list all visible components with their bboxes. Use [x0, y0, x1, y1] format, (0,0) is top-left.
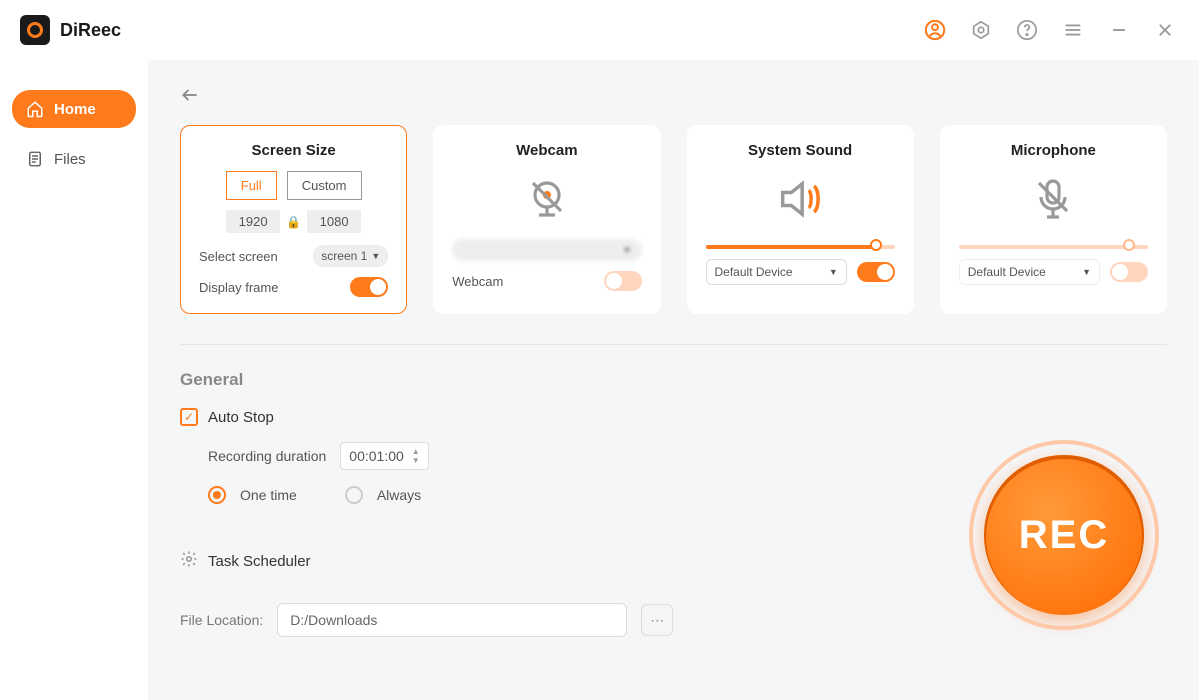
recording-duration-input[interactable]: 00:01:00 ▲▼ — [340, 442, 428, 470]
divider — [180, 344, 1167, 345]
titlebar: DiReec — [0, 0, 1199, 60]
repeat-one-time-label: One time — [240, 487, 297, 503]
webcam-card: Webcam ▼ Webcam — [433, 125, 660, 314]
help-icon[interactable] — [1013, 16, 1041, 44]
sidebar-item-label: Home — [54, 101, 96, 118]
file-location-label: File Location: — [180, 612, 263, 628]
webcam-toggle[interactable] — [604, 271, 642, 291]
chevron-down-icon: ▼ — [829, 267, 838, 277]
app-name: DiReec — [60, 20, 121, 41]
repeat-one-time-radio[interactable] — [208, 486, 226, 504]
chevron-down-icon: ▼ — [1082, 267, 1091, 277]
minimize-icon[interactable] — [1105, 16, 1133, 44]
recording-duration-label: Recording duration — [208, 448, 326, 464]
app-logo — [20, 15, 50, 45]
back-button[interactable] — [180, 85, 200, 110]
chevron-down-icon: ▼ — [623, 245, 632, 255]
gear-icon — [180, 550, 198, 573]
auto-stop-label: Auto Stop — [208, 409, 274, 426]
card-title: Microphone — [959, 142, 1148, 159]
webcam-label: Webcam — [452, 274, 503, 289]
microphone-card: Microphone Default Device ▼ — [940, 125, 1167, 314]
webcam-off-icon — [452, 171, 641, 227]
system-sound-device-select[interactable]: Default Device ▼ — [706, 259, 847, 285]
display-frame-toggle[interactable] — [350, 277, 388, 297]
microphone-device-select[interactable]: Default Device ▼ — [959, 259, 1100, 285]
height-input[interactable] — [307, 210, 361, 233]
display-frame-label: Display frame — [199, 280, 278, 295]
speaker-icon — [706, 171, 895, 227]
menu-icon[interactable] — [1059, 16, 1087, 44]
main: Screen Size Full Custom 🔒 Select screen … — [148, 60, 1199, 700]
duration-stepper[interactable]: ▲▼ — [412, 447, 420, 465]
general-section-title: General — [180, 370, 1167, 390]
sidebar-item-home[interactable]: Home — [12, 90, 136, 128]
repeat-always-radio[interactable] — [345, 486, 363, 504]
card-title: Webcam — [452, 142, 641, 159]
microphone-toggle[interactable] — [1110, 262, 1148, 282]
system-sound-toggle[interactable] — [857, 262, 895, 282]
select-screen-label: Select screen — [199, 249, 278, 264]
close-icon[interactable] — [1151, 16, 1179, 44]
sidebar: Home Files — [0, 60, 148, 700]
mode-full-button[interactable]: Full — [226, 171, 277, 200]
auto-stop-checkbox[interactable]: ✓ — [180, 408, 198, 426]
settings-icon[interactable] — [967, 16, 995, 44]
card-title: Screen Size — [199, 142, 388, 159]
file-location-input[interactable]: D:/Downloads — [277, 603, 627, 637]
mode-custom-button[interactable]: Custom — [287, 171, 362, 200]
width-input[interactable] — [226, 210, 280, 233]
screen-size-card: Screen Size Full Custom 🔒 Select screen … — [180, 125, 407, 314]
account-icon[interactable] — [921, 16, 949, 44]
microphone-slider[interactable] — [959, 245, 1148, 249]
system-sound-slider[interactable] — [706, 245, 895, 249]
chevron-down-icon: ▼ — [371, 251, 380, 261]
system-sound-card: System Sound Default Device ▼ — [687, 125, 914, 314]
lock-icon[interactable]: 🔒 — [286, 215, 301, 229]
screen-select[interactable]: screen 1 ▼ — [313, 245, 388, 267]
sidebar-item-files[interactable]: Files — [12, 140, 136, 178]
repeat-always-label: Always — [377, 487, 421, 503]
card-title: System Sound — [706, 142, 895, 159]
task-scheduler-label[interactable]: Task Scheduler — [208, 553, 311, 570]
file-location-browse-button[interactable]: ⋯ — [641, 604, 673, 636]
record-button[interactable]: REC — [969, 440, 1159, 630]
sidebar-item-label: Files — [54, 151, 86, 168]
webcam-device-select[interactable]: ▼ — [452, 239, 641, 261]
mic-off-icon — [959, 171, 1148, 227]
